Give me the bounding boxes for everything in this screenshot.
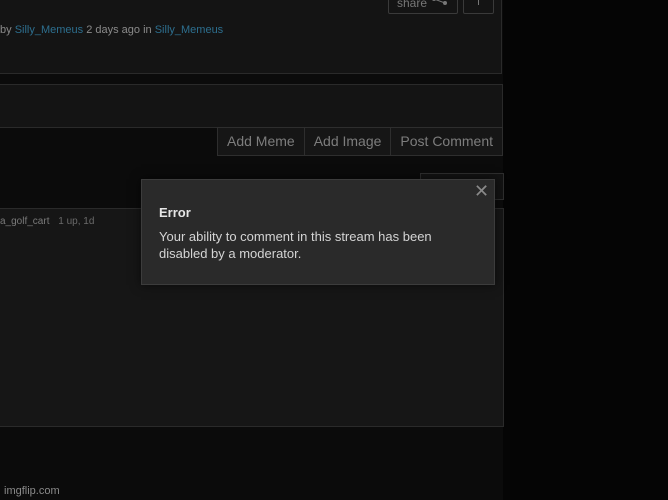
add-meme-button[interactable]: Add Meme — [218, 128, 305, 155]
modal-title: Error — [159, 205, 191, 220]
watermark: imgflip.com — [4, 485, 60, 497]
comment-meta: a_golf_cart 1 up, 1d — [0, 216, 94, 227]
error-modal: ✕ Error Your ability to comment in this … — [141, 179, 495, 285]
comment-username[interactable]: a_golf_cart — [0, 216, 49, 227]
post-comment-button[interactable]: Post Comment — [391, 128, 502, 155]
modal-message: Your ability to comment in this stream h… — [159, 229, 432, 261]
share-button[interactable]: share — [388, 0, 458, 14]
stream-link[interactable]: Silly_Memeus — [155, 24, 223, 36]
comment-actions: Add Meme Add Image Post Comment — [217, 127, 504, 156]
comment-input[interactable] — [0, 84, 503, 128]
post-byline: by Silly_Memeus 2 days ago in Silly_Meme… — [0, 24, 223, 36]
byline-prefix: by — [0, 24, 12, 36]
page-background-right — [503, 0, 668, 500]
share-icon — [431, 0, 449, 9]
flag-button[interactable] — [463, 0, 494, 14]
comment-stats: 1 up, 1d — [58, 216, 95, 227]
flag-icon — [478, 0, 479, 5]
post-time: 2 days ago in — [86, 24, 152, 36]
share-label: share — [397, 0, 428, 10]
add-image-button[interactable]: Add Image — [305, 128, 392, 155]
close-icon[interactable]: ✕ — [474, 182, 489, 200]
author-link[interactable]: Silly_Memeus — [15, 24, 83, 36]
